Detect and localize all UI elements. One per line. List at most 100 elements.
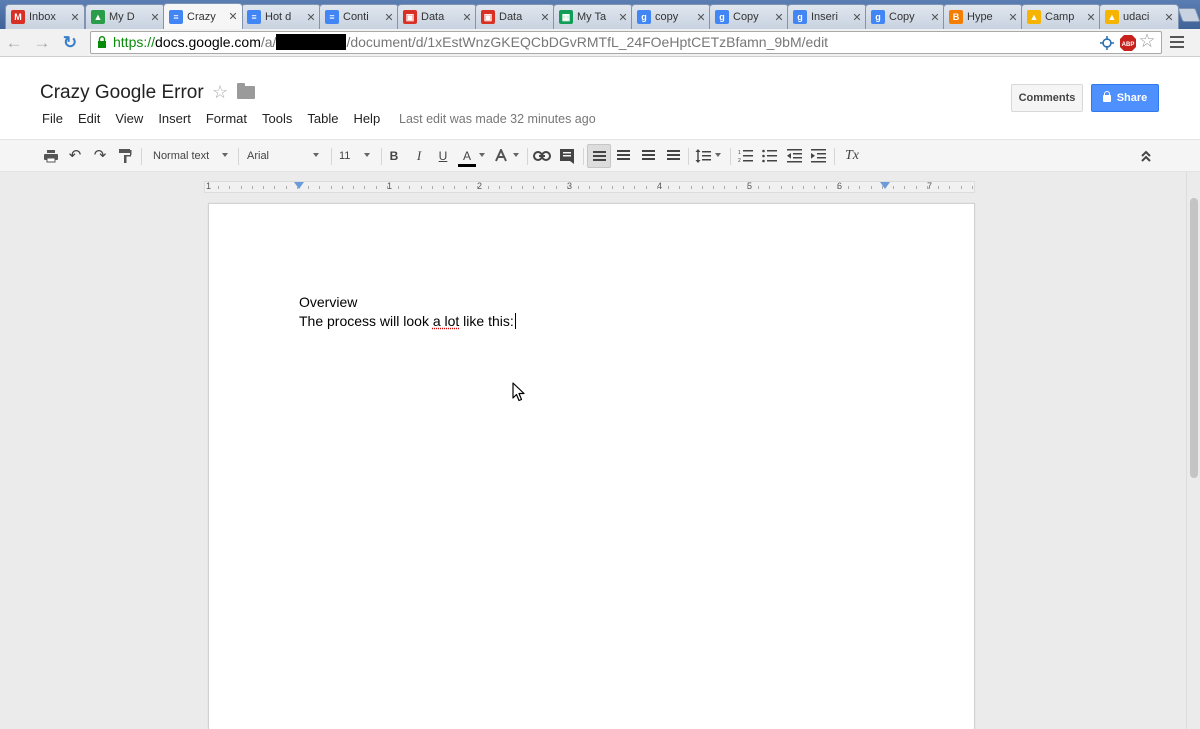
browser-tab[interactable]: M Inbox ✕ [5, 4, 85, 29]
highlight-color-dropdown[interactable] [513, 146, 521, 166]
paragraph-style-dropdown[interactable]: Normal text [153, 146, 233, 166]
line-spacing-icon[interactable] [695, 148, 711, 164]
text-color-dropdown[interactable] [479, 146, 487, 166]
menu-file[interactable]: File [42, 111, 63, 126]
address-bar[interactable]: https://docs.google.com/a/ /document/d/1x… [90, 31, 1162, 54]
bulleted-list-icon[interactable] [762, 149, 777, 163]
redo-icon[interactable]: ↷ [92, 146, 108, 166]
clear-formatting-button[interactable]: Tx [843, 146, 861, 166]
last-edit-status[interactable]: Last edit was made 32 minutes ago [399, 112, 596, 126]
browser-tab[interactable]: g copy ✕ [631, 4, 711, 29]
close-icon[interactable]: ✕ [929, 11, 941, 24]
menu-format[interactable]: Format [206, 111, 247, 126]
justify-button[interactable] [665, 146, 681, 166]
highlight-color-icon[interactable] [494, 149, 508, 163]
close-icon[interactable]: ✕ [1085, 11, 1097, 24]
italic-button[interactable]: I [412, 146, 426, 166]
browser-tab-title: My D [109, 11, 149, 23]
text-color-letter: A [463, 149, 471, 163]
browser-tab[interactable]: ▲ udaci ✕ [1099, 4, 1179, 29]
underline-button[interactable]: U [436, 146, 450, 166]
comment-icon[interactable] [559, 148, 575, 164]
reload-icon[interactable]: ↻ [60, 33, 80, 53]
left-indent-marker[interactable] [294, 182, 304, 189]
back-icon[interactable]: ← [4, 33, 24, 53]
ruler-tick [769, 186, 770, 189]
close-icon[interactable]: ✕ [1163, 11, 1175, 24]
close-icon[interactable]: ✕ [461, 11, 473, 24]
new-tab-button[interactable] [1177, 8, 1200, 22]
close-icon[interactable]: ✕ [227, 10, 239, 23]
line-spacing-dropdown[interactable] [715, 146, 723, 166]
spelling-suggestion[interactable]: a lot [433, 313, 459, 329]
menu-insert[interactable]: Insert [158, 111, 191, 126]
browser-tab[interactable]: ▦ My Ta ✕ [553, 4, 633, 29]
menu-view[interactable]: View [115, 111, 143, 126]
print-icon[interactable] [43, 149, 59, 163]
extension-icon[interactable] [1098, 34, 1116, 52]
browser-tab[interactable]: g Inseri ✕ [787, 4, 867, 29]
paragraph-overview[interactable]: Overview [299, 294, 357, 310]
align-right-icon [642, 150, 655, 161]
comments-button[interactable]: Comments [1011, 84, 1083, 112]
menu-tools[interactable]: Tools [262, 111, 292, 126]
increase-indent-icon[interactable] [811, 149, 826, 163]
ruler[interactable]: 11234567 [204, 181, 975, 193]
paint-format-icon[interactable] [118, 148, 132, 164]
star-icon[interactable]: ☆ [212, 82, 228, 103]
browser-tab[interactable]: ▣ Data ✕ [475, 4, 555, 29]
bookmark-star-icon[interactable]: ☆ [1137, 32, 1157, 52]
align-center-button[interactable] [615, 146, 631, 166]
chrome-menu-icon[interactable] [1168, 33, 1186, 51]
camp-icon: ▲ [1027, 10, 1041, 24]
undo-icon[interactable]: ↶ [67, 146, 83, 166]
font-size-dropdown[interactable]: 11 [339, 146, 377, 166]
document-title[interactable]: Crazy Google Error [40, 82, 204, 104]
close-icon[interactable]: ✕ [69, 11, 81, 24]
browser-tab[interactable]: ▲ Camp ✕ [1021, 4, 1101, 29]
browser-tab[interactable]: ▲ My D ✕ [85, 4, 165, 29]
browser-tab[interactable]: g Copy ✕ [865, 4, 945, 29]
scrollbar-thumb[interactable] [1190, 198, 1198, 478]
chevron-down-icon [479, 153, 485, 157]
numbered-list-icon[interactable]: 12 [738, 149, 753, 163]
browser-tab[interactable]: ▣ Data ✕ [397, 4, 477, 29]
link-icon[interactable] [533, 150, 551, 162]
close-icon[interactable]: ✕ [149, 11, 161, 24]
browser-tab[interactable]: g Copy ✕ [709, 4, 789, 29]
decrease-indent-icon[interactable] [787, 149, 802, 163]
text-color-button[interactable]: A [457, 146, 477, 166]
menu-edit[interactable]: Edit [78, 111, 100, 126]
folder-icon[interactable] [237, 86, 255, 99]
document-page[interactable]: Overview The process will look a lot lik… [208, 203, 975, 729]
align-left-button[interactable] [587, 144, 611, 168]
ruler-tick [477, 186, 478, 189]
browser-tab[interactable]: ≡ Hot d ✕ [241, 4, 321, 29]
menu-table[interactable]: Table [307, 111, 338, 126]
ruler-tick [781, 186, 782, 189]
close-icon[interactable]: ✕ [773, 11, 785, 24]
browser-tab[interactable]: ≡ Conti ✕ [319, 4, 399, 29]
close-icon[interactable]: ✕ [539, 11, 551, 24]
align-right-button[interactable] [640, 146, 656, 166]
close-icon[interactable]: ✕ [1007, 11, 1019, 24]
bold-button[interactable]: B [387, 146, 401, 166]
share-button[interactable]: Share [1091, 84, 1159, 112]
ruler-tick [949, 186, 950, 189]
close-icon[interactable]: ✕ [383, 11, 395, 24]
close-icon[interactable]: ✕ [305, 11, 317, 24]
menu-help[interactable]: Help [353, 111, 380, 126]
close-icon[interactable]: ✕ [851, 11, 863, 24]
docs-icon: ≡ [169, 10, 183, 24]
adblock-icon[interactable]: ABP [1119, 34, 1137, 52]
vertical-scrollbar[interactable] [1186, 172, 1200, 729]
share-button-label: Share [1117, 92, 1148, 104]
paragraph-process[interactable]: The process will look a lot like this: [299, 313, 516, 329]
font-family-dropdown[interactable]: Arial [247, 146, 327, 166]
browser-tab[interactable]: B Hype ✕ [943, 4, 1023, 29]
collapse-menus-icon[interactable] [1139, 149, 1153, 163]
close-icon[interactable]: ✕ [617, 11, 629, 24]
close-icon[interactable]: ✕ [695, 11, 707, 24]
forward-icon[interactable]: → [32, 33, 52, 53]
browser-tab[interactable]: ≡ Crazy ✕ [163, 3, 243, 29]
